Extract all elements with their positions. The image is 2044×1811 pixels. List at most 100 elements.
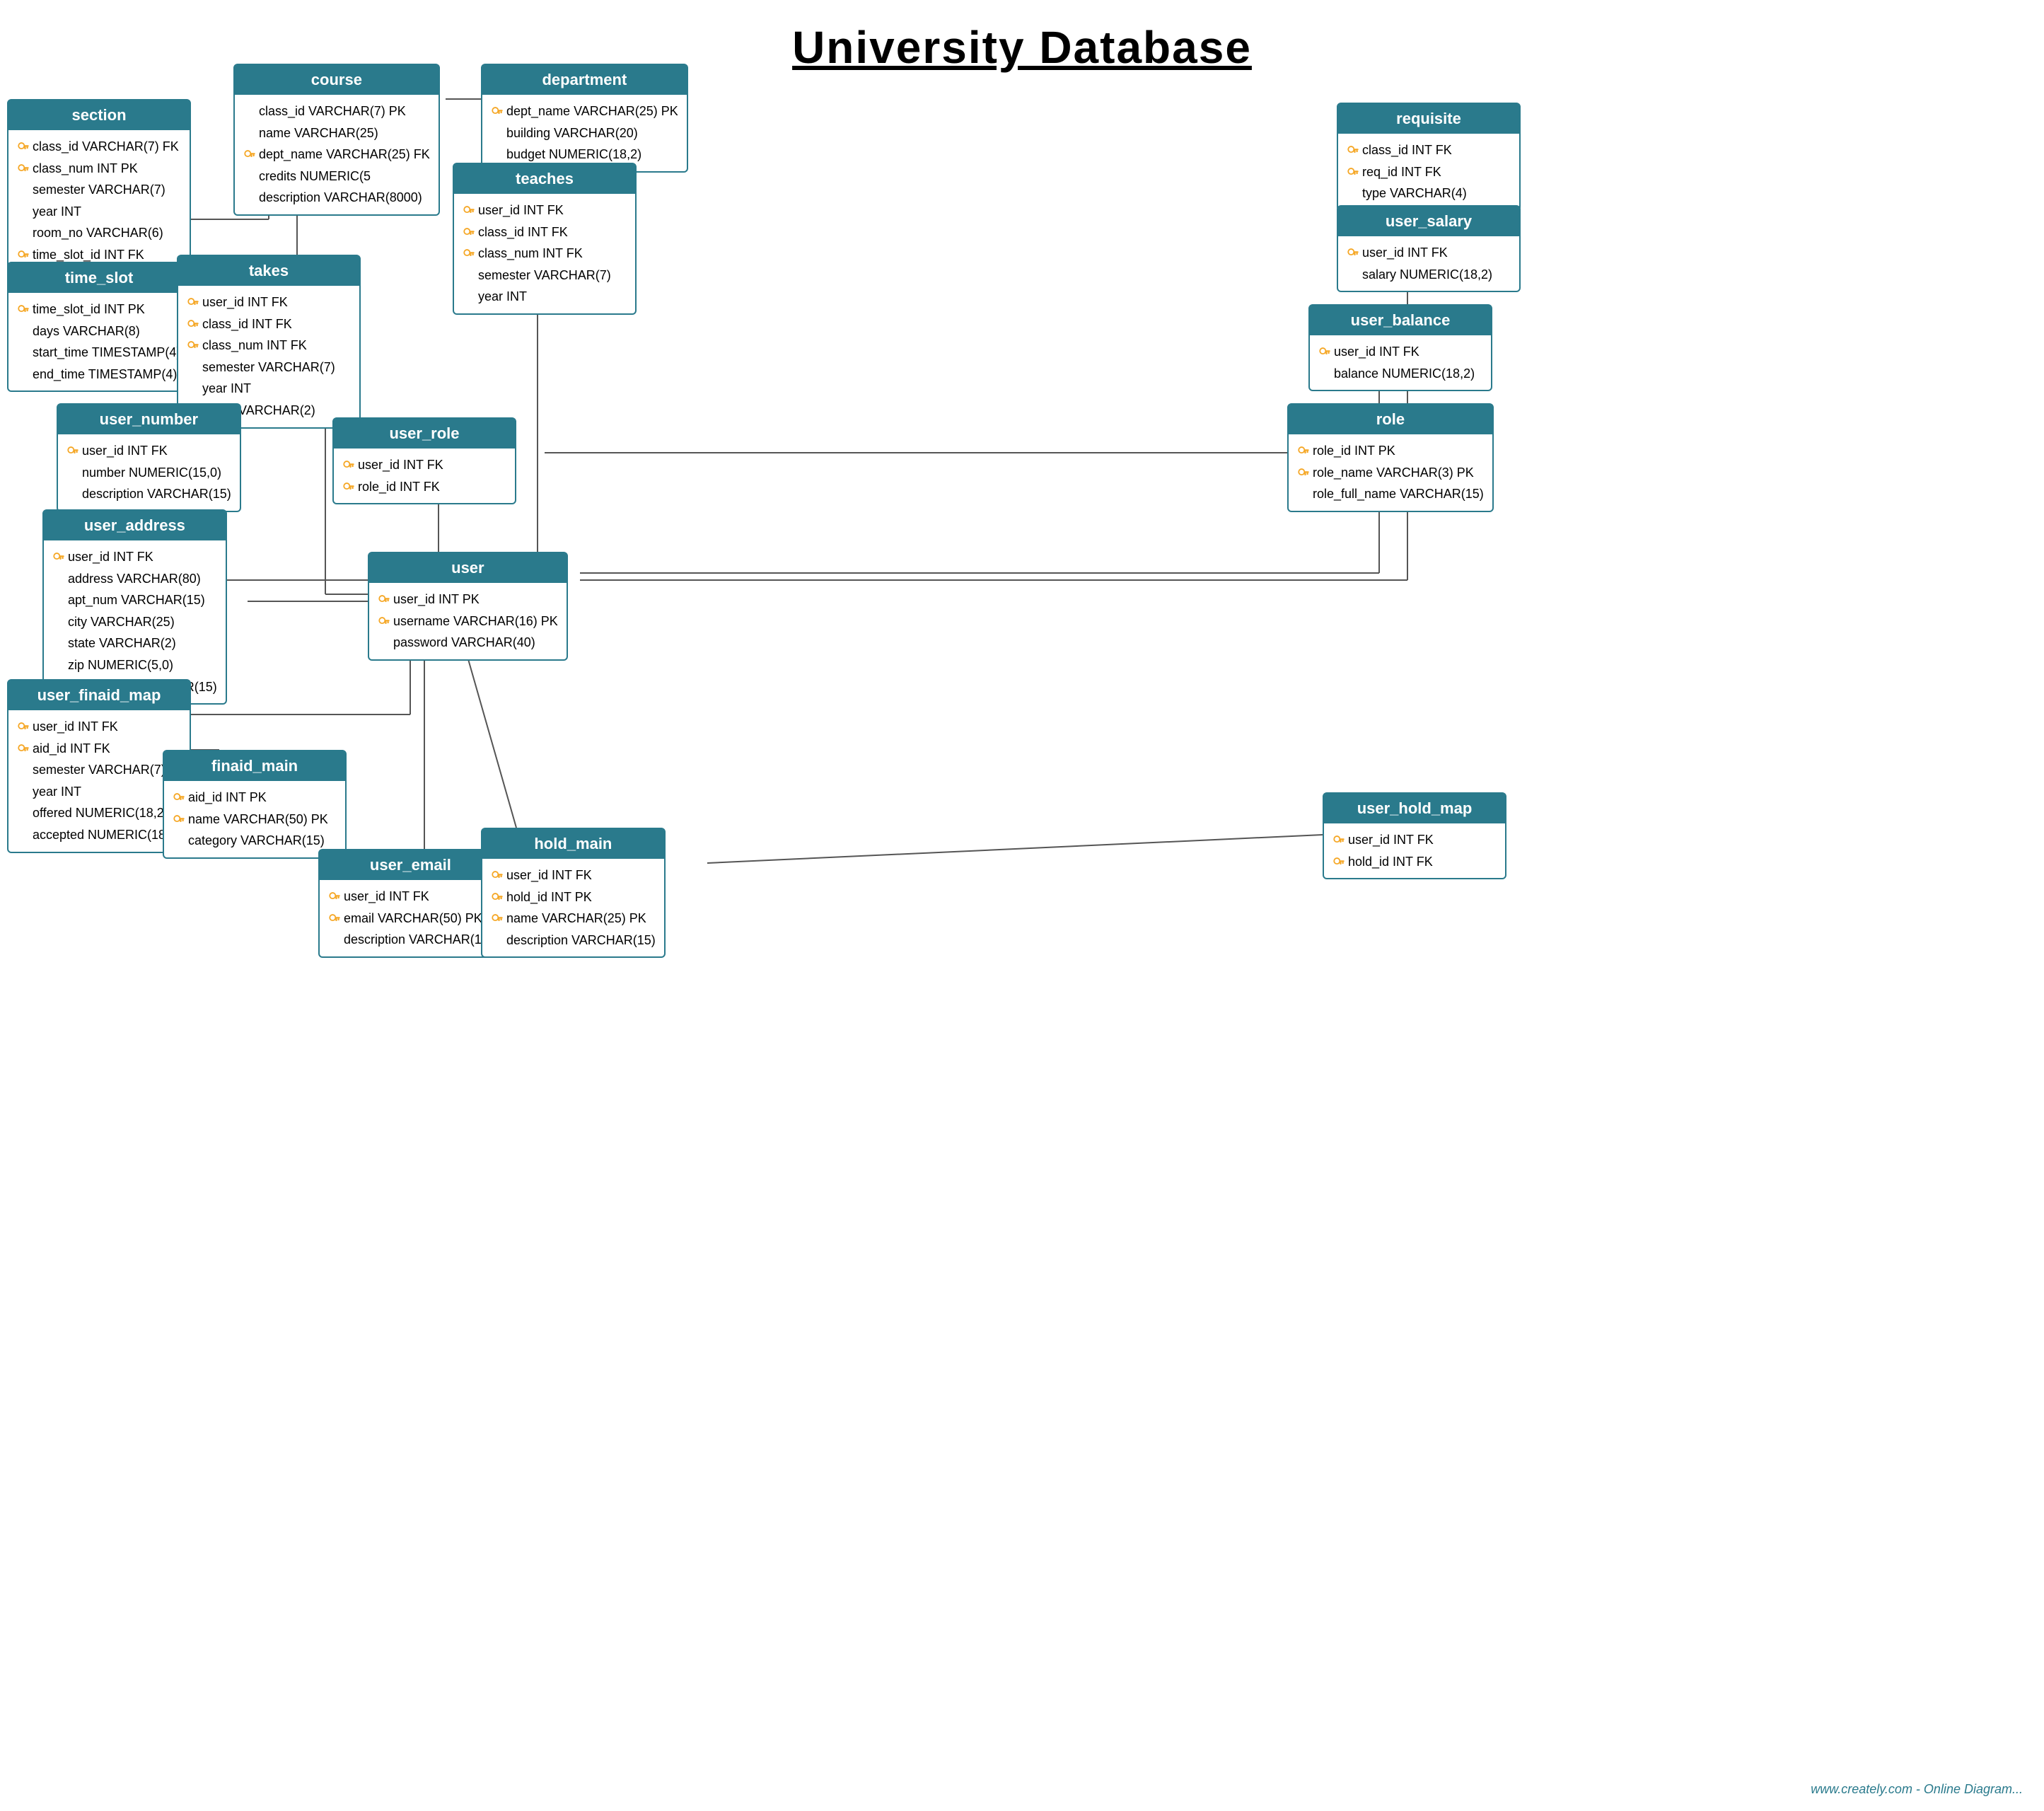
field-text: hold_id INT FK xyxy=(1348,851,1433,873)
table-row: user_id INT FK xyxy=(52,546,217,568)
table-row: description VARCHAR(15) xyxy=(491,930,656,951)
table-row: year INT xyxy=(187,378,351,400)
field-text: apt_num VARCHAR(15) xyxy=(68,589,205,611)
field-text: description VARCHAR(15) xyxy=(344,929,493,951)
table-user_number: user_numberuser_id INT FKnumber NUMERIC(… xyxy=(57,403,241,512)
table-row: category VARCHAR(15) xyxy=(173,830,337,852)
field-text: type VARCHAR(4) xyxy=(1362,183,1467,204)
table-row: year INT xyxy=(17,201,181,223)
table-row: class_num INT FK xyxy=(187,335,351,357)
table-user_balance: user_balance user_id INT FKbalance NUMERI… xyxy=(1308,304,1492,391)
table-department: departmentdept_name VARCHAR(25) PKbuildi… xyxy=(481,64,688,173)
table-header-takes: takes xyxy=(178,256,359,286)
table-header-course: course xyxy=(235,65,439,95)
field-text: class_id INT FK xyxy=(202,313,292,335)
table-row: user_id INT FK xyxy=(1318,341,1482,363)
field-text: days VARCHAR(8) xyxy=(33,320,140,342)
field-text: credits NUMERIC(5 xyxy=(259,166,371,187)
table-hold_main: hold_mainuser_id INT FKhold_id INT PKnam… xyxy=(481,828,666,958)
field-text: balance NUMERIC(18,2) xyxy=(1334,363,1475,385)
field-text: room_no VARCHAR(6) xyxy=(33,222,163,244)
table-row: user_id INT FK xyxy=(328,886,493,908)
table-row: balance NUMERIC(18,2) xyxy=(1318,363,1482,385)
field-text: description VARCHAR(15) xyxy=(82,483,231,505)
table-row: year INT xyxy=(17,781,181,803)
table-row: class_id VARCHAR(7) PK xyxy=(243,100,430,122)
field-text: semester VARCHAR(7) xyxy=(202,357,335,378)
field-text: state VARCHAR(2) xyxy=(68,632,176,654)
field-text: time_slot_id INT PK xyxy=(33,299,145,320)
table-row: aid_id INT PK xyxy=(173,787,337,809)
field-text: role_id INT PK xyxy=(1313,440,1395,462)
table-row: user_id INT FK xyxy=(1332,829,1497,851)
table-row: dept_name VARCHAR(25) PK xyxy=(491,100,678,122)
table-course: course class_id VARCHAR(7) PKname VARCHAR… xyxy=(233,64,440,216)
table-row: email VARCHAR(50) PK xyxy=(328,908,493,930)
table-row: offered NUMERIC(18,2) xyxy=(17,802,181,824)
table-header-user_balance: user_balance xyxy=(1310,306,1491,335)
field-text: user_id INT FK xyxy=(478,199,564,221)
table-row: apt_num VARCHAR(15) xyxy=(52,589,217,611)
table-row: accepted NUMERIC(18,2) xyxy=(17,824,181,846)
field-text: semester VARCHAR(7) xyxy=(478,265,611,287)
table-header-hold_main: hold_main xyxy=(482,829,664,859)
table-header-user_hold_map: user_hold_map xyxy=(1324,794,1505,823)
table-row: number NUMERIC(15,0) xyxy=(66,462,231,484)
field-text: dept_name VARCHAR(25) PK xyxy=(506,100,678,122)
field-text: end_time TIMESTAMP(4) xyxy=(33,364,177,386)
field-text: req_id INT FK xyxy=(1362,161,1441,183)
table-row: zip NUMERIC(5,0) xyxy=(52,654,217,676)
field-text: role_name VARCHAR(3) PK xyxy=(1313,462,1474,484)
table-row: building VARCHAR(20) xyxy=(491,122,678,144)
table-header-requisite: requisite xyxy=(1338,104,1519,134)
table-row: description VARCHAR(15) xyxy=(328,929,493,951)
field-text: user_id INT FK xyxy=(202,291,288,313)
table-finaid_main: finaid_mainaid_id INT PKname VARCHAR(50)… xyxy=(163,750,347,859)
field-text: hold_id INT PK xyxy=(506,886,592,908)
field-text: username VARCHAR(16) PK xyxy=(393,611,558,632)
field-text: role_id INT FK xyxy=(358,476,440,498)
table-time_slot: time_slottime_slot_id INT PKdays VARCHAR… xyxy=(7,262,191,392)
table-row: class_id INT FK xyxy=(1347,139,1511,161)
table-row: user_id INT FK xyxy=(463,199,627,221)
field-text: year INT xyxy=(33,781,81,803)
table-row: type VARCHAR(4) xyxy=(1347,183,1511,204)
field-text: aid_id INT PK xyxy=(188,787,267,809)
table-row: name VARCHAR(50) PK xyxy=(173,809,337,831)
field-text: category VARCHAR(15) xyxy=(188,830,325,852)
table-row: dept_name VARCHAR(25) FK xyxy=(243,144,430,166)
table-row: state VARCHAR(2) xyxy=(52,632,217,654)
field-text: user_id INT FK xyxy=(1362,242,1448,264)
table-row: user_id INT PK xyxy=(378,589,558,611)
table-row: user_id INT FK xyxy=(187,291,351,313)
table-row: username VARCHAR(16) PK xyxy=(378,611,558,632)
table-row: credits NUMERIC(5 xyxy=(243,166,430,187)
table-row: hold_id INT PK xyxy=(491,886,656,908)
field-text: class_id VARCHAR(7) FK xyxy=(33,136,179,158)
field-text: role_full_name VARCHAR(15) xyxy=(1313,483,1484,505)
table-header-section: section xyxy=(8,100,190,130)
table-row: role_name VARCHAR(3) PK xyxy=(1297,462,1484,484)
field-text: user_id INT FK xyxy=(358,454,443,476)
table-user_hold_map: user_hold_map user_id INT FKhold_id INT F… xyxy=(1323,792,1506,879)
field-text: start_time TIMESTAMP(4) xyxy=(33,342,180,364)
table-row: class_num INT FK xyxy=(463,243,627,265)
field-text: semester VARCHAR(7) xyxy=(33,179,166,201)
field-text: year INT xyxy=(33,201,81,223)
table-row: name VARCHAR(25) xyxy=(243,122,430,144)
table-row: user_id INT FK xyxy=(1347,242,1511,264)
table-user_address: user_addressuser_id INT FKaddress VARCHA… xyxy=(42,509,227,705)
table-row: role_id INT PK xyxy=(1297,440,1484,462)
table-row: end_time TIMESTAMP(4) xyxy=(17,364,181,386)
table-row: description VARCHAR(15) xyxy=(66,483,231,505)
table-row: class_num INT PK xyxy=(17,158,181,180)
table-row: time_slot_id INT PK xyxy=(17,299,181,320)
table-header-user_email: user_email xyxy=(320,850,501,880)
field-text: class_id INT FK xyxy=(1362,139,1452,161)
field-text: user_id INT FK xyxy=(68,546,153,568)
field-text: user_id INT FK xyxy=(1334,341,1419,363)
table-role: rolerole_id INT PKrole_name VARCHAR(3) P… xyxy=(1287,403,1494,512)
field-text: class_id INT FK xyxy=(478,221,568,243)
field-text: number NUMERIC(15,0) xyxy=(82,462,221,484)
field-text: name VARCHAR(25) PK xyxy=(506,908,646,930)
